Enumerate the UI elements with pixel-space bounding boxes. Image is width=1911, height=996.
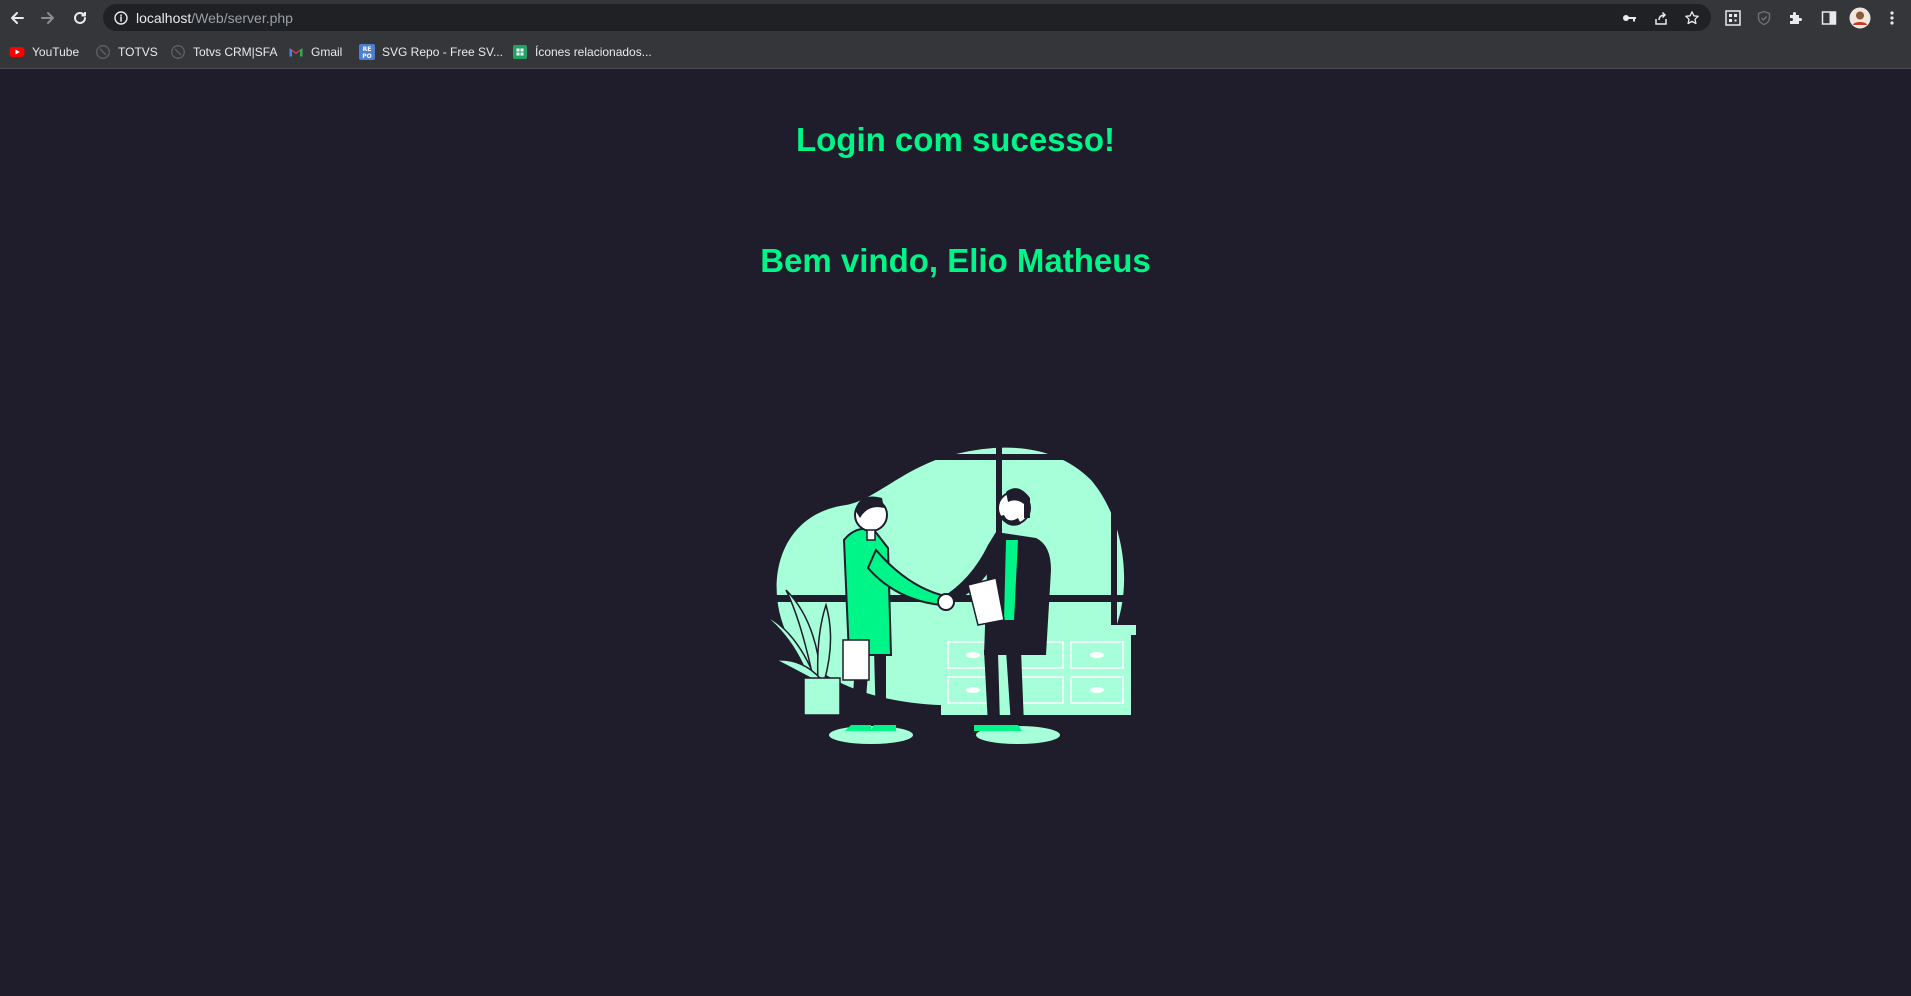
avatar[interactable] (1849, 7, 1871, 29)
back-button[interactable] (5, 6, 29, 30)
url-path: /Web/server.php (191, 10, 293, 26)
browser-toolbar: localhost/Web/server.php (0, 0, 1911, 35)
bookmarks-bar: YouTube TOTVS Totvs CRM|SFA Gmail RE PO S… (0, 35, 1911, 69)
bookmark-totvs-crm[interactable]: Totvs CRM|SFA (170, 42, 277, 62)
arrow-right-icon (41, 12, 54, 24)
info-icon[interactable] (112, 9, 130, 27)
bookmark-label: Ícones relacionados... (535, 45, 652, 59)
svg-repo-icon: REPO (359, 44, 375, 60)
login-success-title: Login com sucesso! (795, 121, 1116, 158)
svg-text:PO: PO (362, 53, 372, 60)
bookmark-label: Totvs CRM|SFA (193, 45, 278, 59)
arrow-left-icon (11, 12, 24, 24)
forward-button[interactable] (36, 6, 60, 30)
bookmark-icones[interactable]: Ícones relacionados... (512, 42, 652, 62)
bookmark-youtube[interactable]: YouTube (9, 42, 79, 62)
globe-icon (96, 45, 110, 59)
bookmark-label: Gmail (311, 45, 343, 59)
page-content: Login com sucesso! Bem vindo, Elio Mathe… (0, 70, 1911, 996)
url-host: localhost (136, 10, 192, 26)
reload-icon (74, 11, 86, 24)
globe-icon (171, 45, 185, 59)
gmail-icon (289, 48, 303, 57)
welcome-heading: Bem vindo, Elio Matheus (760, 242, 1151, 279)
shield-icon[interactable] (1753, 7, 1775, 29)
share-icon[interactable] (1652, 9, 1670, 27)
address-bar[interactable]: localhost/Web/server.php (103, 4, 1711, 31)
url-text[interactable]: localhost/Web/server.php (136, 10, 293, 26)
reload-button[interactable] (68, 6, 92, 30)
key-icon[interactable] (1620, 9, 1638, 27)
svg-text:RE: RE (363, 46, 372, 53)
handshake-hands (937, 593, 955, 611)
star-icon[interactable] (1683, 9, 1701, 27)
youtube-icon (9, 47, 25, 57)
bookmark-totvs[interactable]: TOTVS (95, 42, 158, 62)
bookmark-label: TOTVS (118, 45, 158, 59)
bookmark-gmail[interactable]: Gmail (288, 42, 342, 62)
qr-code-icon[interactable] (1722, 7, 1744, 29)
extensions-icon[interactable] (1785, 7, 1807, 29)
side-panel-icon[interactable] (1818, 7, 1840, 29)
sheets-icon (513, 45, 527, 59)
handshake-illustration (763, 420, 1151, 744)
bookmark-label: YouTube (32, 45, 80, 59)
menu-dots-icon[interactable] (1881, 7, 1903, 29)
bookmark-svg-repo[interactable]: RE PO SVG Repo - Free SV... (359, 42, 503, 62)
bookmark-label: SVG Repo - Free SV... (382, 45, 503, 59)
